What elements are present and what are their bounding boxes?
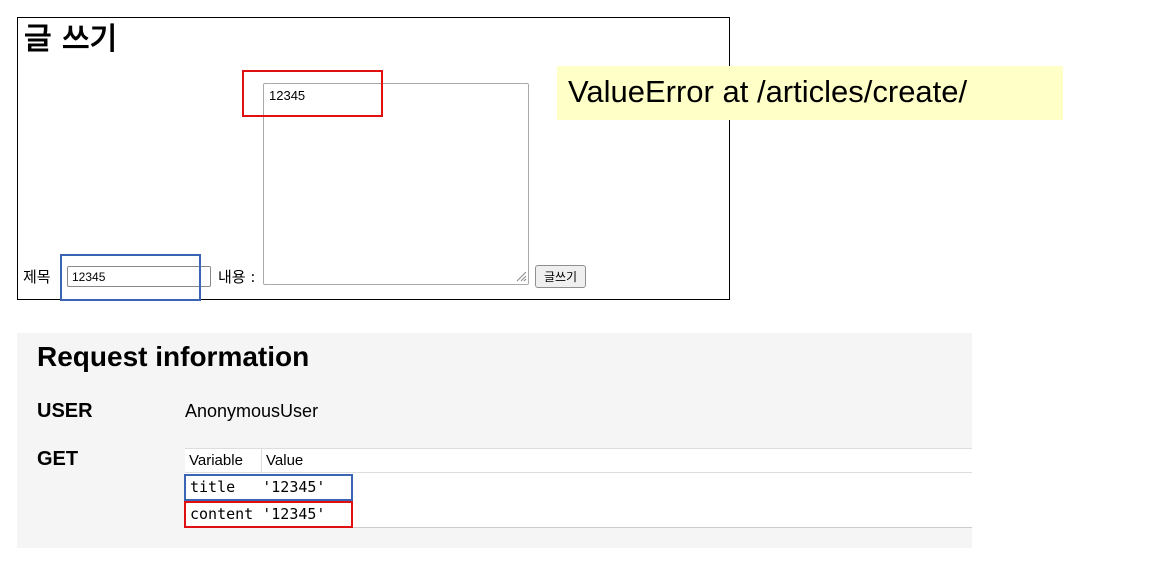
request-information-panel: Request information USER AnonymousUser G… (17, 333, 972, 548)
title-value-highlight (60, 254, 201, 301)
error-banner: ValueError at /articles/create/ (557, 66, 1063, 120)
content-value-highlight (242, 70, 383, 117)
title-label: 제목 (23, 268, 51, 286)
page-title: 글 쓰기 (24, 22, 118, 57)
table-header-row: Variable Value (185, 448, 972, 473)
content-label: 내용 : (218, 268, 256, 286)
column-header-value: Value (261, 448, 972, 473)
content-row-highlight (184, 501, 353, 528)
user-value: AnonymousUser (185, 401, 319, 421)
get-key: GET (37, 448, 79, 470)
submit-button[interactable]: 글쓰기 (535, 265, 586, 288)
column-header-variable: Variable (185, 448, 262, 473)
request-info-heading: Request information (37, 341, 310, 372)
user-key: USER (37, 400, 93, 422)
resize-grip-icon[interactable] (515, 270, 527, 282)
title-row-highlight (184, 474, 353, 501)
